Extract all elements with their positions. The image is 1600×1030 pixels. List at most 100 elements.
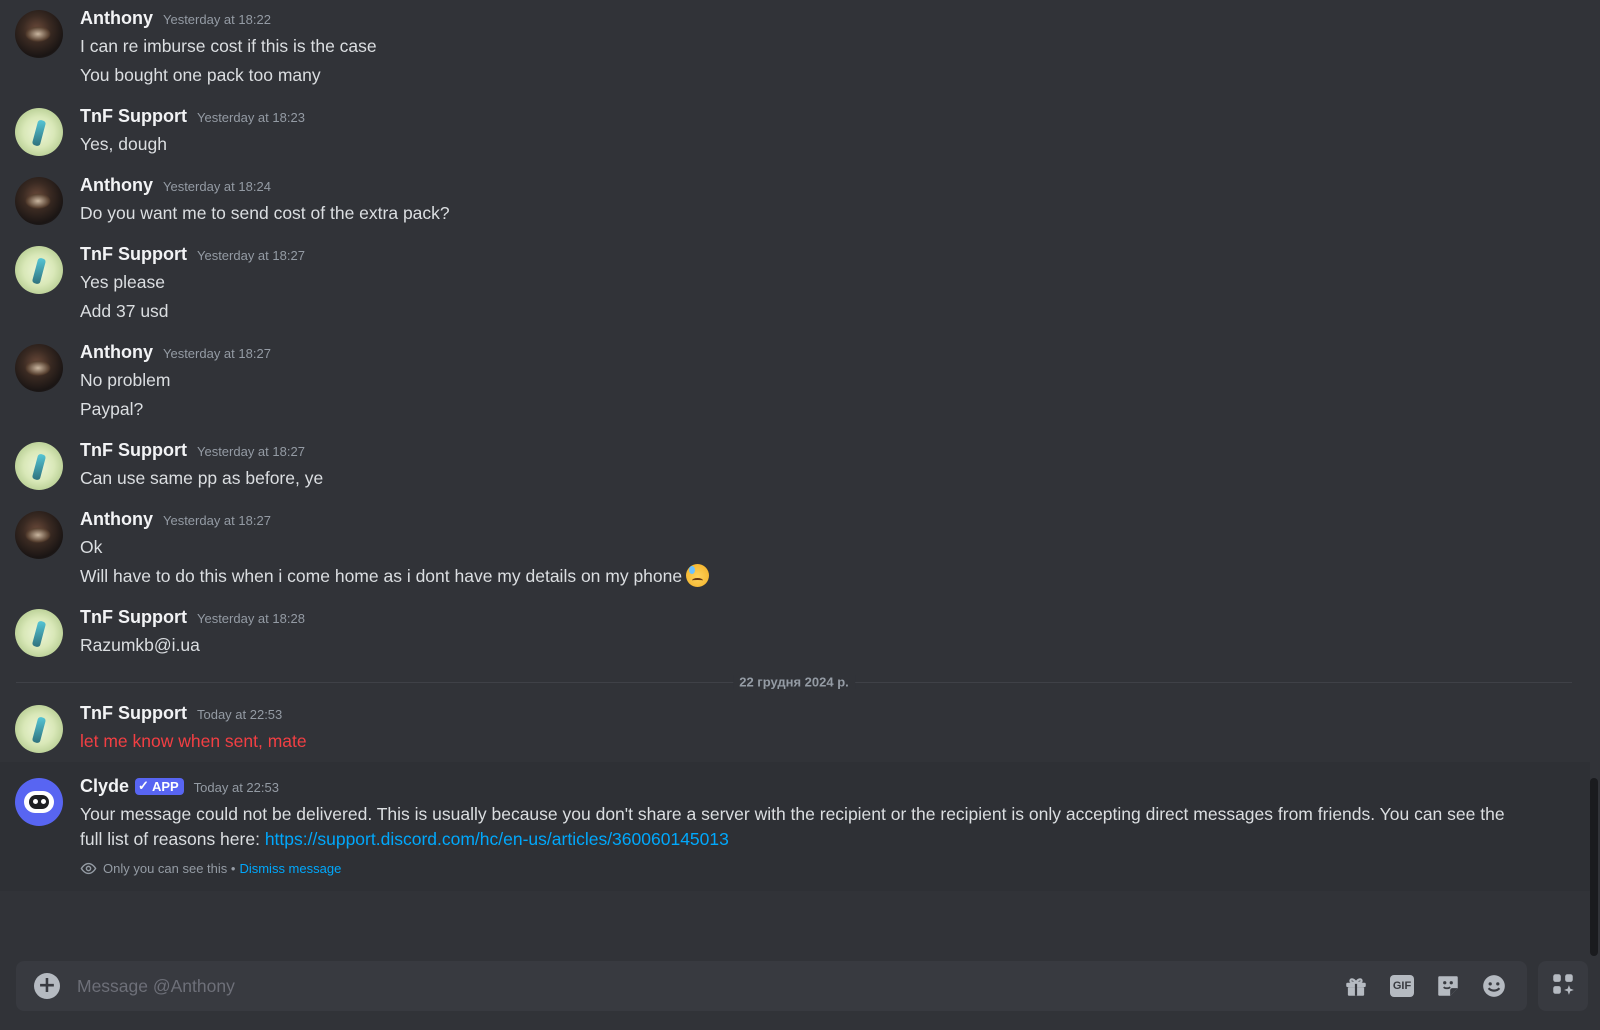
message-text-content: Yes please [80,272,165,292]
message-text-content: Do you want me to send cost of the extra… [80,203,450,223]
username[interactable]: TnF Support [80,440,187,461]
dismiss-message-link[interactable]: Dismiss message [239,861,341,876]
message-group: TnF Support Yesterday at 18:28 Razumkb@i.u… [0,597,1590,666]
username[interactable]: TnF Support [80,703,187,724]
message-text-content: Paypal? [80,399,144,419]
message-text: Paypal? [80,397,1590,422]
message-group: TnF Support Yesterday at 18:27 Yes please A… [0,234,1590,332]
username[interactable]: Anthony [80,342,153,363]
timestamp: Yesterday at 18:27 [196,444,305,459]
add-attachment-icon[interactable]: + [34,973,60,999]
timestamp: Yesterday at 18:27 [196,248,305,263]
downcast-sweat-emoji [686,564,710,587]
ephemeral-notice: Only you can see this • Dismiss message [80,860,1590,877]
timestamp: Yesterday at 18:24 [162,179,271,194]
eye-icon [80,860,97,877]
message-text: Yes please [80,270,1590,295]
message-group: Anthony Yesterday at 18:27 No problem Paypa… [0,332,1590,430]
scrollbar[interactable] [1590,0,1598,956]
timestamp: Yesterday at 18:28 [196,611,305,626]
message-groups: Anthony Yesterday at 18:22 I can re imburs… [0,0,1590,666]
timestamp: Yesterday at 18:23 [196,110,305,125]
date-divider: 22 грудня 2024 р. [16,674,1572,690]
username[interactable]: Anthony [80,8,153,29]
check-icon: ✓ [138,778,149,793]
message-group: TnF Support Yesterday at 18:27 Can use sam… [0,430,1590,499]
app-badge-label: APP [151,778,179,794]
message-header: Anthony Yesterday at 18:27 [80,509,1590,531]
timestamp: Yesterday at 18:22 [162,12,271,27]
message-list[interactable]: Anthony Yesterday at 18:22 I can re imburs… [0,0,1590,955]
avatar[interactable] [15,778,63,826]
system-message-text: Your message could not be delivered. Thi… [80,802,1590,852]
avatar[interactable] [15,705,63,753]
timestamp: Yesterday at 18:27 [162,346,271,361]
message-text: Add 37 usd [80,299,1590,324]
avatar[interactable] [15,442,63,490]
message-text-content: Will have to do this when i come home as… [80,566,683,586]
support-link[interactable]: https://support.discord.com/hc/en-us/art… [265,829,729,849]
message-composer: + GIF [16,961,1527,1011]
message-text-content: You bought one pack too many [80,65,321,85]
message-text-content: I can re imburse cost if this is the cas… [80,36,377,56]
avatar[interactable] [15,609,63,657]
message-text-content: Ok [80,537,103,557]
message-header: TnF Support Today at 22:53 [80,703,1590,725]
message-group: TnF Support Yesterday at 18:23 Yes, dough [0,96,1590,165]
message-text-content: Yes, dough [80,134,167,154]
avatar[interactable] [15,10,63,58]
emoji-icon[interactable] [1479,971,1509,1001]
app-badge: ✓ APP [135,777,184,795]
message-input[interactable] [77,975,1325,997]
message-text-content: Add 37 usd [80,301,169,321]
apps-button[interactable] [1538,961,1588,1011]
username[interactable]: TnF Support [80,607,187,628]
message-header: TnF Support Yesterday at 18:27 [80,440,1590,462]
scrollbar-thumb[interactable] [1590,778,1598,956]
apps-icon [1550,971,1576,1001]
message-text: Yes, dough [80,132,1590,157]
avatar[interactable] [15,177,63,225]
message-text: Can use same pp as before, ye [80,466,1590,491]
ephemeral-note: Only you can see this • [103,861,236,876]
message-group: Anthony Yesterday at 18:27 Ok Will have to … [0,499,1590,597]
message-group-failed: TnF Support Today at 22:53 let me know w… [0,699,1590,762]
message-text: Ok [80,535,1590,560]
timestamp: Today at 22:53 [196,707,283,722]
message-header: Anthony Yesterday at 18:27 [80,342,1590,364]
message-group-clyde: Clyde ✓ APP Today at 22:53 Your message … [0,762,1590,891]
username[interactable]: TnF Support [80,106,187,127]
timestamp: Yesterday at 18:27 [162,513,271,528]
username[interactable]: Anthony [80,175,153,196]
message-text: Razumkb@i.ua [80,633,1590,658]
username[interactable]: TnF Support [80,244,187,265]
gift-icon[interactable] [1341,971,1371,1001]
avatar[interactable] [15,108,63,156]
message-header: Anthony Yesterday at 18:24 [80,175,1590,197]
timestamp: Today at 22:53 [193,780,279,795]
message-text: Do you want me to send cost of the extra… [80,201,1590,226]
username[interactable]: Clyde [80,776,129,797]
gif-icon[interactable]: GIF [1387,971,1417,1001]
avatar[interactable] [15,344,63,392]
message-text: You bought one pack too many [80,63,1590,88]
message-header: Clyde ✓ APP Today at 22:53 [80,776,1590,798]
message-group: Anthony Yesterday at 18:24 Do you want me … [0,165,1590,234]
username[interactable]: Anthony [80,509,153,530]
message-text-content: No problem [80,370,171,390]
message-text-content: Razumkb@i.ua [80,635,200,655]
message-header: TnF Support Yesterday at 18:27 [80,244,1590,266]
message-header: TnF Support Yesterday at 18:23 [80,106,1590,128]
message-text: Will have to do this when i come home as… [80,564,1590,589]
date-divider-label: 22 грудня 2024 р. [733,674,855,690]
avatar[interactable] [15,511,63,559]
message-header: TnF Support Yesterday at 18:28 [80,607,1590,629]
composer-tools: GIF [1325,971,1509,1001]
message-text-content: Can use same pp as before, ye [80,468,324,488]
clyde-bot-icon [24,791,54,813]
avatar[interactable] [15,246,63,294]
failed-message-text: let me know when sent, mate [80,731,307,751]
sticker-icon[interactable] [1433,971,1463,1001]
message-group: Anthony Yesterday at 18:22 I can re imburs… [0,0,1590,96]
message-header: Anthony Yesterday at 18:22 [80,8,1590,30]
